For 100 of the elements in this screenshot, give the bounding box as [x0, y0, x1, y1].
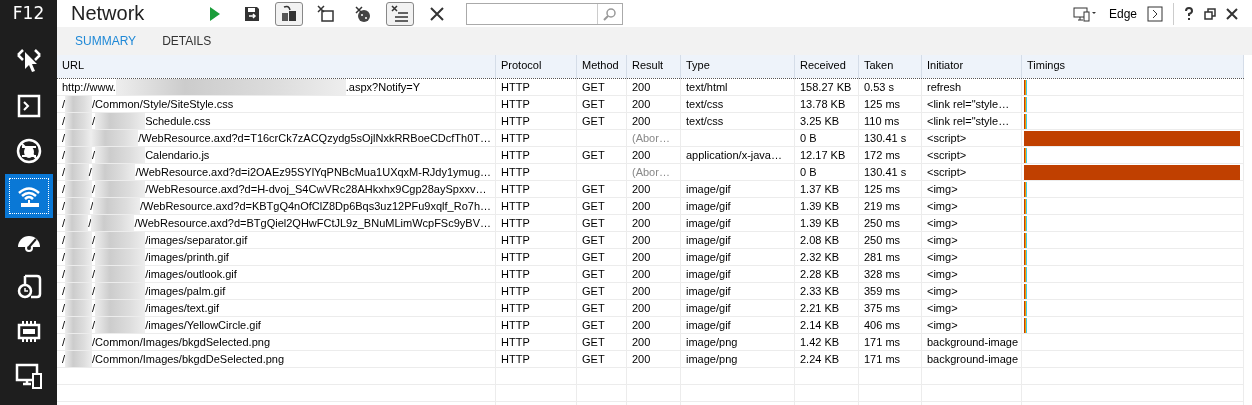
table-cell: <img> [927, 319, 958, 331]
url-text: / [92, 114, 96, 129]
table-cell: 2.24 KB [800, 353, 840, 365]
table-cell: 250 ms [864, 234, 901, 246]
table-cell: <img> [927, 268, 958, 280]
table-cell: (Abor… [632, 166, 670, 178]
table-cell: HTTP [501, 183, 530, 195]
column-header[interactable]: Type [681, 55, 795, 78]
table-cell: 375 ms [864, 302, 901, 314]
table-cell: 328 ms [864, 268, 901, 280]
column-header[interactable]: Result [627, 55, 681, 78]
url-text: /images/outlook.gif [145, 267, 237, 282]
table-cell: HTTP [501, 217, 530, 229]
url-text: /images/printh.gif [145, 250, 229, 265]
table-cell: 200 [632, 251, 651, 263]
table-cell: 158.27 KB [800, 81, 852, 93]
table-cell: <script> [927, 132, 967, 144]
help-icon[interactable] [1184, 6, 1194, 21]
tool-tab[interactable] [4, 174, 53, 218]
url-text: / [92, 233, 96, 248]
table-cell: GET [582, 234, 605, 246]
table-cell: GET [582, 200, 605, 212]
table-cell: <img> [927, 234, 958, 246]
table-cell: background-image [927, 336, 1019, 348]
column-header[interactable]: Received [795, 55, 859, 78]
blurred-text [65, 334, 93, 350]
search-icon [603, 6, 617, 21]
table-cell: 200 [632, 200, 651, 212]
url-text: /WebResource.axd?d=T16crCk7zACQzydg5sOjlNxkRRBoeCDcfTh0T… [138, 131, 491, 146]
table-cell: HTTP [501, 336, 530, 348]
table-cell: 200 [632, 302, 651, 314]
close-icon[interactable] [1226, 7, 1238, 20]
console-icon[interactable] [1147, 5, 1163, 22]
blurred-text [65, 215, 89, 231]
table-cell: HTTP [501, 149, 530, 161]
url-text: / [92, 182, 96, 197]
table-cell: 200 [632, 98, 651, 110]
restore-icon[interactable] [1204, 7, 1216, 20]
pointer-icon [14, 47, 43, 75]
url-text: /images/YellowCircle.gif [145, 318, 261, 333]
table-cell: <img> [927, 302, 958, 314]
column-header[interactable]: Initiator [922, 55, 1022, 78]
table-cell: 200 [632, 319, 651, 331]
column-header[interactable]: Taken [859, 55, 922, 78]
toolbar-button[interactable] [275, 1, 303, 26]
table-cell: HTTP [501, 251, 530, 263]
blurred-text [65, 266, 93, 282]
blurred-text [65, 249, 93, 265]
device-dropdown-icon[interactable] [1072, 5, 1099, 22]
view-tab[interactable]: SUMMARY [62, 27, 150, 55]
table-cell: 2.21 KB [800, 302, 840, 314]
document-mode[interactable]: Edge [1108, 6, 1137, 21]
url-text: / [92, 267, 96, 282]
url-text: / [92, 250, 96, 265]
table-cell: 2.14 KB [800, 319, 840, 331]
url-text: / [62, 114, 66, 129]
blurred-text [65, 96, 93, 112]
table-cell: <script> [927, 149, 967, 161]
url-text: / [92, 148, 96, 163]
table-cell: GET [582, 81, 605, 93]
url-text: .aspx?Notify=Y [345, 80, 421, 95]
table-cell: 200 [632, 353, 651, 365]
table-cell: GET [582, 285, 605, 297]
table-cell: 171 ms [864, 336, 901, 348]
table-cell: 125 ms [864, 183, 901, 195]
table-cell: 125 ms [864, 98, 901, 110]
table-cell: image/png [686, 336, 738, 348]
column-header[interactable]: URL [57, 55, 496, 78]
url-text: / [62, 301, 66, 316]
table-cell: 130.41 s [864, 166, 907, 178]
table-cell: <img> [927, 200, 958, 212]
table-cell: image/gif [686, 234, 731, 246]
table-cell: 1.39 KB [800, 217, 840, 229]
table-cell: image/gif [686, 217, 731, 229]
blurred-text [95, 283, 146, 299]
table-cell: 406 ms [864, 319, 901, 331]
table-cell: 281 ms [864, 251, 901, 263]
url-text: /images/palm.gif [145, 284, 226, 299]
table-cell: 2.08 KB [800, 234, 840, 246]
table-cell: HTTP [501, 200, 530, 212]
table-cell: HTTP [501, 302, 530, 314]
table-cell: HTTP [501, 268, 530, 280]
toolbar-button[interactable] [386, 1, 414, 26]
table-cell: image/gif [686, 251, 731, 263]
table-cell: 130.41 s [864, 132, 907, 144]
table-cell: application/x-java… [686, 149, 782, 161]
column-header[interactable]: Timings [1022, 55, 1244, 78]
url-text: Schedule.css [145, 114, 211, 129]
table-cell: 2.32 KB [800, 251, 840, 263]
table-cell: 1.39 KB [800, 200, 840, 212]
blurred-text [95, 317, 146, 333]
view-tab[interactable]: DETAILS [149, 27, 225, 55]
blurred-text [65, 317, 93, 333]
search-field[interactable] [466, 2, 623, 25]
url-text: /images/separator.gif [145, 233, 248, 248]
table-cell: refresh [927, 81, 962, 93]
table-cell: 2.28 KB [800, 268, 840, 280]
column-header[interactable]: Protocol [496, 55, 577, 78]
column-header[interactable]: Method [577, 55, 627, 78]
table-cell: HTTP [501, 98, 530, 110]
